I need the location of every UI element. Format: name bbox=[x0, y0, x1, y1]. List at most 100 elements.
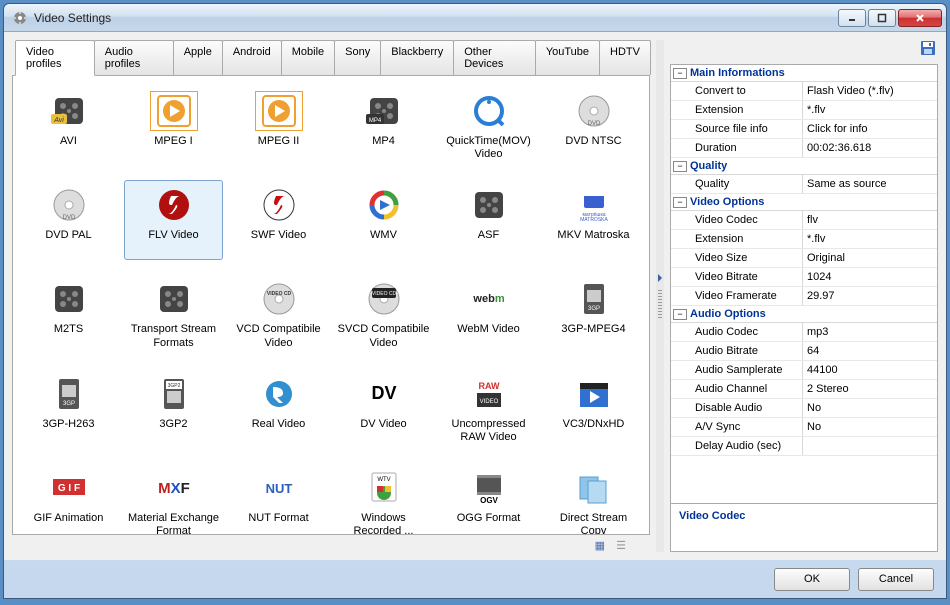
tab-sony[interactable]: Sony bbox=[334, 40, 381, 75]
prop-row[interactable]: Video Bitrate1024 bbox=[671, 268, 937, 287]
prop-row[interactable]: Duration00:02:36.618 bbox=[671, 139, 937, 158]
tab-youtube[interactable]: YouTube bbox=[535, 40, 600, 75]
format-swf-video[interactable]: SWF Video bbox=[229, 180, 328, 260]
prop-value[interactable]: Click for info bbox=[803, 120, 937, 138]
prop-row[interactable]: QualitySame as source bbox=[671, 175, 937, 194]
tab-audio-profiles[interactable]: Audio profiles bbox=[94, 40, 174, 75]
format-m2ts[interactable]: M2TS bbox=[19, 274, 118, 354]
swf-icon bbox=[255, 185, 303, 225]
prop-value[interactable] bbox=[803, 437, 937, 455]
tab-video-profiles[interactable]: Video profiles bbox=[15, 40, 95, 76]
format-3gp-mpeg4[interactable]: 3GP3GP-MPEG4 bbox=[544, 274, 643, 354]
format-asf[interactable]: ASF bbox=[439, 180, 538, 260]
prop-row[interactable]: Audio Samplerate44100 bbox=[671, 361, 937, 380]
maximize-button[interactable] bbox=[868, 9, 896, 27]
format-mpeg-i[interactable]: MPEG I bbox=[124, 86, 223, 166]
format-3gp-h263[interactable]: 3GP3GP-H263 bbox=[19, 369, 118, 449]
prop-value[interactable]: No bbox=[803, 418, 937, 436]
format-svcd-compatibile-video[interactable]: •VIDEO CD•SVCD Compatibile Video bbox=[334, 274, 433, 354]
format-transport-stream-formats[interactable]: Transport Stream Formats bbox=[124, 274, 223, 354]
prop-value[interactable]: *.flv bbox=[803, 230, 937, 248]
prop-value[interactable]: Original bbox=[803, 249, 937, 267]
tab-apple[interactable]: Apple bbox=[173, 40, 223, 75]
format-flv-video[interactable]: FLV Video bbox=[124, 180, 223, 260]
tab-hdtv[interactable]: HDTV bbox=[599, 40, 651, 75]
minimize-button[interactable] bbox=[838, 9, 866, 27]
prop-row[interactable]: Disable AudioNo bbox=[671, 399, 937, 418]
tab-android[interactable]: Android bbox=[222, 40, 282, 75]
svg-text:WTV: WTV bbox=[377, 477, 390, 483]
format-avi[interactable]: AviAVI bbox=[19, 86, 118, 166]
tab-blackberry[interactable]: Blackberry bbox=[380, 40, 454, 75]
format-direct-stream-copy[interactable]: Direct Stream Copy bbox=[544, 463, 643, 535]
close-button[interactable] bbox=[898, 9, 942, 27]
cancel-button[interactable]: Cancel bbox=[858, 568, 934, 591]
tab-other-devices[interactable]: Other Devices bbox=[453, 40, 536, 75]
collapse-icon[interactable]: − bbox=[673, 197, 687, 208]
splitter[interactable] bbox=[656, 40, 664, 552]
prop-row[interactable]: Video Codecflv bbox=[671, 211, 937, 230]
collapse-icon[interactable]: − bbox=[673, 161, 687, 172]
titlebar[interactable]: Video Settings bbox=[4, 4, 946, 32]
prop-row[interactable]: A/V SyncNo bbox=[671, 418, 937, 437]
prop-row[interactable]: Audio Channel2 Stereo bbox=[671, 380, 937, 399]
prop-row[interactable]: Convert toFlash Video (*.flv) bbox=[671, 82, 937, 101]
prop-value[interactable]: mp3 bbox=[803, 323, 937, 341]
prop-value[interactable]: *.flv bbox=[803, 101, 937, 119]
format-label: Uncompressed RAW Video bbox=[442, 418, 535, 444]
prop-row[interactable]: Audio Codecmp3 bbox=[671, 323, 937, 342]
list-view-icon[interactable]: ☰ bbox=[616, 540, 626, 552]
prop-row[interactable]: Source file infoClick for info bbox=[671, 120, 937, 139]
prop-row[interactable]: Extension*.flv bbox=[671, 101, 937, 120]
format-nut-format[interactable]: NUTNUT Format bbox=[229, 463, 328, 535]
grid-view-icon[interactable]: ▦ bbox=[595, 540, 605, 552]
format-real-video[interactable]: Real Video bbox=[229, 369, 328, 449]
prop-row[interactable]: Audio Bitrate64 bbox=[671, 342, 937, 361]
format-uncompressed-raw-video[interactable]: RAWVIDEOUncompressed RAW Video bbox=[439, 369, 538, 449]
format-gif-animation[interactable]: G I FGIF Animation bbox=[19, 463, 118, 535]
svg-text:RAW: RAW bbox=[478, 381, 500, 391]
prop-value[interactable]: No bbox=[803, 399, 937, 417]
format-material-exchange-format[interactable]: MXFMaterial Exchange Format bbox=[124, 463, 223, 535]
prop-value[interactable]: Flash Video (*.flv) bbox=[803, 82, 937, 100]
ok-button[interactable]: OK bbox=[774, 568, 850, 591]
format-3gp2[interactable]: 3GP23GP2 bbox=[124, 369, 223, 449]
format-quicktime-mov-video[interactable]: QuickTime(MOV) Video bbox=[439, 86, 538, 166]
prop-value[interactable]: 44100 bbox=[803, 361, 937, 379]
format-ogg-format[interactable]: OGVOGG Format bbox=[439, 463, 538, 535]
save-icon[interactable] bbox=[920, 40, 936, 56]
format-mp4[interactable]: MP4MP4 bbox=[334, 86, 433, 166]
collapse-icon[interactable]: − bbox=[673, 309, 687, 320]
svg-text:MP4: MP4 bbox=[368, 118, 381, 124]
prop-row[interactable]: Delay Audio (sec) bbox=[671, 437, 937, 456]
prop-row[interactable]: Video SizeOriginal bbox=[671, 249, 937, 268]
format-windows-recorded-[interactable]: WTVWindows Recorded ... bbox=[334, 463, 433, 535]
prop-value[interactable]: 29.97 bbox=[803, 287, 937, 305]
prop-value[interactable]: Same as source bbox=[803, 175, 937, 193]
format-vc3-dnxhd[interactable]: VC3/DNxHD bbox=[544, 369, 643, 449]
format-mkv-matroska[interactable]: матрёшкаMATROSKAMKV Matroska bbox=[544, 180, 643, 260]
format-label: VCD Compatibile Video bbox=[232, 323, 325, 349]
format-vcd-compatibile-video[interactable]: VIDEO CD VCD Compatibile Video bbox=[229, 274, 328, 354]
prop-row[interactable]: Extension*.flv bbox=[671, 230, 937, 249]
format-dv-video[interactable]: DVDV Video bbox=[334, 369, 433, 449]
tab-mobile[interactable]: Mobile bbox=[281, 40, 335, 75]
format-dvd-pal[interactable]: DVDDVD PAL bbox=[19, 180, 118, 260]
collapse-icon[interactable]: − bbox=[673, 68, 687, 79]
format-mpeg-ii[interactable]: MPEG II bbox=[229, 86, 328, 166]
prop-value[interactable]: flv bbox=[803, 211, 937, 229]
window: Video Settings Video profilesAudio profi… bbox=[3, 3, 947, 599]
prop-value[interactable]: 2 Stereo bbox=[803, 380, 937, 398]
format-dvd-ntsc[interactable]: DVDDVD NTSC bbox=[544, 86, 643, 166]
format-label: QuickTime(MOV) Video bbox=[442, 135, 535, 161]
prop-value[interactable]: 1024 bbox=[803, 268, 937, 286]
prop-value[interactable]: 00:02:36.618 bbox=[803, 139, 937, 157]
format-wmv[interactable]: WMV bbox=[334, 180, 433, 260]
prop-row[interactable]: Video Framerate29.97 bbox=[671, 287, 937, 306]
property-grid[interactable]: −Main InformationsConvert toFlash Video … bbox=[670, 64, 938, 504]
svg-text:VIDEO CD: VIDEO CD bbox=[266, 291, 291, 297]
prop-value[interactable]: 64 bbox=[803, 342, 937, 360]
format-webm-video[interactable]: webmWebM Video bbox=[439, 274, 538, 354]
format-label: Direct Stream Copy bbox=[547, 512, 640, 535]
copy-icon bbox=[570, 468, 618, 508]
